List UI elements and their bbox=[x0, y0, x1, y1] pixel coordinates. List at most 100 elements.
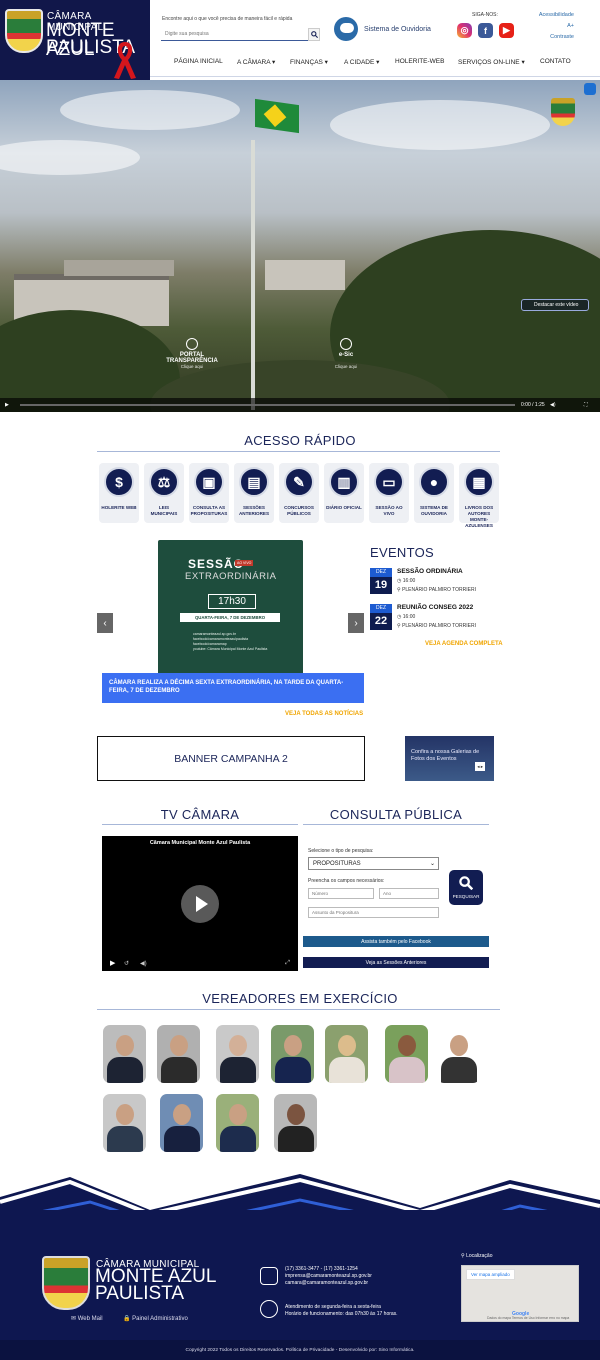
vereador-photo[interactable] bbox=[325, 1025, 368, 1083]
footer-email-1[interactable]: imprensa@camaramonteazul.sp.gov.br bbox=[285, 1273, 372, 1280]
carousel-prev-button[interactable]: ‹ bbox=[97, 613, 113, 633]
video-progress[interactable] bbox=[20, 404, 515, 406]
footer-hours-2: Horário de funcionamento: das 07h30 às 1… bbox=[285, 1311, 398, 1317]
contrast-button[interactable]: Contraste bbox=[550, 34, 574, 40]
copyright-bar: Copyright 2022 Todos os Direitos Reserva… bbox=[0, 1340, 600, 1360]
event-date-badge: DEZ 22 bbox=[370, 604, 392, 630]
coat-of-arms-icon bbox=[42, 1256, 90, 1310]
ouvidoria-label: Sistema de Ouvidoria bbox=[364, 25, 431, 33]
nav-a-cidade[interactable]: A CIDADE ▾ bbox=[344, 58, 379, 66]
pesquisar-label: PESQUISAR bbox=[452, 894, 480, 899]
site-logo[interactable]: CÂMARA MUNICIPAL MONTE AZUL PAULISTA bbox=[0, 0, 150, 82]
carousel-next-button[interactable]: › bbox=[348, 613, 364, 633]
campos-label: Preencha os campos necessários: bbox=[308, 878, 385, 884]
fullscreen-icon[interactable]: ⤢ bbox=[285, 960, 290, 967]
portal-sub: Clique aqui bbox=[180, 364, 204, 369]
vereador-photo[interactable] bbox=[157, 1025, 200, 1083]
hero-video[interactable]: Destacar este vídeo PORTAL TRANSPARÊNCIA… bbox=[0, 80, 600, 412]
accessibility-widget-icon[interactable] bbox=[584, 83, 596, 95]
veja-todas-noticias-link[interactable]: VEJA TODAS AS NOTÍCIAS bbox=[285, 711, 363, 717]
sessoes-anteriores-button[interactable]: Veja as Sessões Anteriores bbox=[303, 957, 489, 968]
nav-a-camara[interactable]: A CÂMARA ▾ bbox=[237, 58, 275, 66]
consulta-publica-title: CONSULTA PÚBLICA bbox=[329, 807, 463, 822]
ver-mapa-ampliado-button[interactable]: Ver mapa ampliado bbox=[466, 1269, 515, 1280]
news-slide-image[interactable]: SESSÃO AO VIVO EXTRAORDINÁRIA 17h30 QUAR… bbox=[158, 540, 303, 676]
nav-pagina-inicial[interactable]: PÁGINA INICIAL bbox=[174, 58, 223, 65]
quick-holerite-web[interactable]: $ HOLERITE WEB bbox=[99, 463, 139, 523]
event-month: DEZ bbox=[370, 568, 392, 577]
vereador-photo[interactable] bbox=[437, 1025, 480, 1083]
nav-contato[interactable]: CONTATO bbox=[540, 58, 571, 65]
vereador-photo[interactable] bbox=[216, 1025, 259, 1083]
youtube-icon[interactable]: ▶ bbox=[499, 23, 514, 38]
vereador-suit bbox=[329, 1057, 365, 1083]
vereador-head bbox=[398, 1035, 416, 1056]
slide-time: 17h30 bbox=[208, 594, 256, 609]
webmail-link[interactable]: ✉ Web Mail bbox=[71, 1315, 103, 1322]
vereador-photo[interactable] bbox=[274, 1094, 317, 1152]
event-time: ◷ 16:00 bbox=[397, 614, 415, 620]
nav-financas[interactable]: FINANÇAS ▾ bbox=[290, 58, 328, 66]
play-icon[interactable]: ▶ bbox=[110, 959, 115, 967]
eventos-title: EVENTOS bbox=[370, 545, 434, 560]
vereador-photo[interactable] bbox=[216, 1094, 259, 1152]
tipo-pesquisa-select[interactable]: PROPOSITURAS ⌄ bbox=[308, 857, 439, 870]
play-icon[interactable]: ▶ bbox=[5, 402, 9, 408]
fullscreen-icon[interactable]: ⛶ bbox=[584, 402, 588, 408]
quick-consulta-proposituras[interactable]: ▣ CONSULTA AS PROPOSITURAS bbox=[189, 463, 229, 523]
vereador-head bbox=[116, 1035, 134, 1056]
event-title[interactable]: SESSÃO ORDINÁRIA bbox=[397, 568, 463, 575]
event-title[interactable]: REUNIÃO CONSEG 2022 bbox=[397, 604, 473, 611]
vereador-photo[interactable] bbox=[103, 1094, 146, 1152]
nav-servicos-on-line[interactable]: SERVIÇOS ON-LINE ▾ bbox=[458, 58, 525, 66]
esic-link[interactable]: e-Sic Clique aqui bbox=[326, 338, 366, 369]
building bbox=[265, 260, 345, 290]
section-divider bbox=[97, 1009, 500, 1010]
quick-livros-autores[interactable]: ▦ LIVROS DOS AUTORES MONTE-AZULENSES bbox=[459, 463, 499, 528]
quick-sessoes-anteriores[interactable]: ▤ SESSÕES ANTERIORES bbox=[234, 463, 274, 523]
accessibility-link[interactable]: Acessibilidade bbox=[539, 12, 574, 18]
volume-icon[interactable]: ◀) bbox=[550, 402, 556, 408]
quick-label: CONSULTA AS PROPOSITURAS bbox=[190, 505, 228, 516]
assunto-input[interactable] bbox=[308, 907, 439, 918]
numero-input[interactable] bbox=[308, 888, 374, 899]
quick-sessao-ao-vivo[interactable]: ▭ SESSÃO AO VIVO bbox=[369, 463, 409, 523]
facebook-sessions-button[interactable]: Assista também pelo Facebook bbox=[303, 936, 489, 947]
portal-transparencia-link[interactable]: PORTAL TRANSPARÊNCIA Clique aqui bbox=[160, 338, 224, 369]
volume-icon[interactable]: ◀) bbox=[140, 960, 147, 967]
tv-camara-title: TV CÂMARA bbox=[160, 807, 240, 822]
search-button[interactable] bbox=[308, 28, 320, 41]
pesquisar-button[interactable]: PESQUISAR bbox=[449, 870, 483, 905]
quick-sistema-ouvidoria[interactable]: ● SISTEMA DE OUVIDORIA bbox=[414, 463, 454, 523]
footer-map[interactable]: Ver mapa ampliado Google Dados do mapa T… bbox=[461, 1265, 579, 1322]
tipo-pesquisa-value: PROPOSITURAS bbox=[313, 860, 361, 867]
vereador-photo[interactable] bbox=[103, 1025, 146, 1083]
chevron-down-icon: ⌄ bbox=[429, 861, 435, 867]
vereador-photo[interactable] bbox=[271, 1025, 314, 1083]
galeria-fotos-banner[interactable]: Confira a nossa Galerias de Fotos dos Ev… bbox=[405, 736, 494, 781]
veja-agenda-link[interactable]: VEJA AGENDA COMPLETA bbox=[425, 641, 503, 647]
vereador-photo[interactable] bbox=[385, 1025, 428, 1083]
destacar-video-button[interactable]: Destacar este vídeo bbox=[521, 299, 589, 311]
vereador-photo[interactable] bbox=[160, 1094, 203, 1152]
map-footer-links[interactable]: Dados do mapa Termos de Uso Informar err… bbox=[487, 1316, 569, 1320]
ano-input[interactable] bbox=[379, 888, 439, 899]
quick-leis-municipais[interactable]: ⚖ LEIS MUNICIPAIS bbox=[144, 463, 184, 523]
play-button-icon[interactable] bbox=[181, 885, 219, 923]
ouvidoria-link[interactable]: Sistema de Ouvidoria bbox=[334, 16, 444, 42]
rewind-icon[interactable]: ↺ bbox=[124, 960, 129, 967]
news-caption[interactable]: CÂMARA REALIZA A DÉCIMA SEXTA EXTRAORDIN… bbox=[102, 673, 364, 703]
tv-camara-player[interactable]: Câmara Municipal Monte Azul Paulista ▶ ↺… bbox=[102, 836, 298, 971]
quick-concursos-publicos[interactable]: ✎ CONCURSOS PÚBLICOS bbox=[279, 463, 319, 523]
font-increase-button[interactable]: A+ bbox=[567, 23, 574, 29]
coat-of-arms-icon bbox=[551, 98, 575, 126]
footer-hours-1: Atendimento de segunda-feira a sexta-fei… bbox=[285, 1304, 381, 1310]
search-input[interactable] bbox=[161, 28, 309, 41]
facebook-icon[interactable]: f bbox=[478, 23, 493, 38]
banner-campanha[interactable]: BANNER CAMPANHA 2 bbox=[97, 736, 365, 781]
painel-admin-link[interactable]: 🔒 Painel Administrativo bbox=[123, 1315, 188, 1322]
instagram-icon[interactable]: ◎ bbox=[457, 23, 472, 38]
nav-holerite-web[interactable]: HOLERITE-WEB bbox=[395, 58, 444, 65]
quick-diario-oficial[interactable]: ▥ DIÁRIO OFICIAL bbox=[324, 463, 364, 523]
footer-email-2[interactable]: camara@camaramonteazul.sp.gov.br bbox=[285, 1280, 372, 1287]
